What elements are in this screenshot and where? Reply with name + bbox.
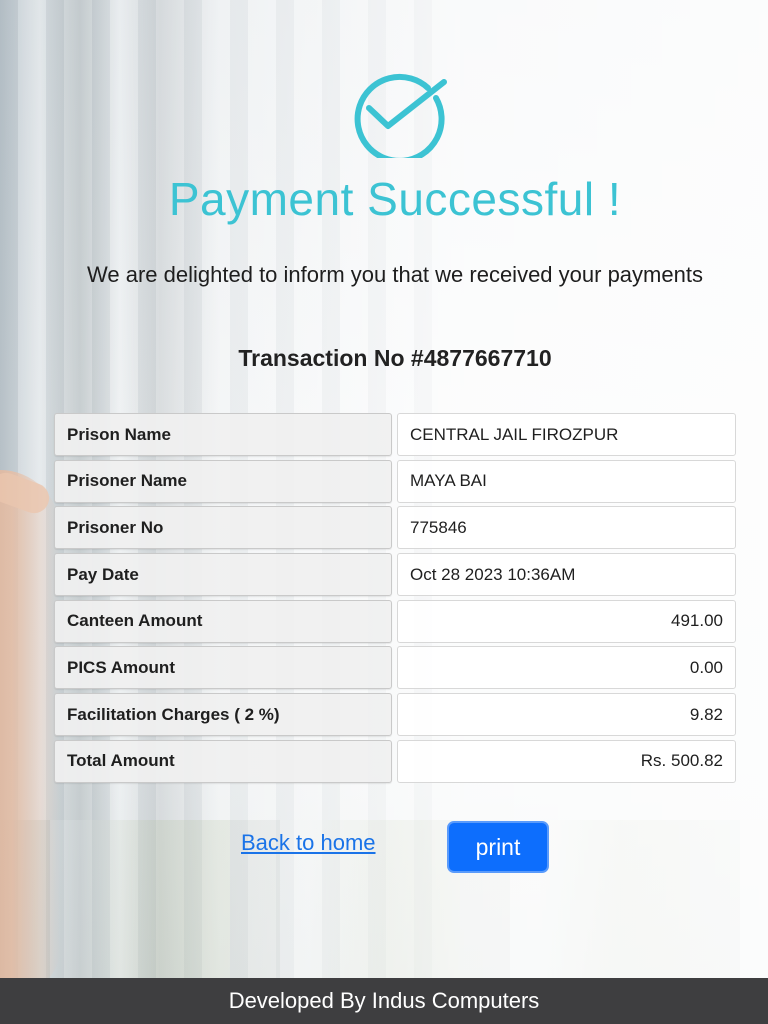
print-button[interactable]: print bbox=[447, 821, 549, 873]
detail-row-prisoner-name: Prisoner Name MAYA BAI bbox=[54, 459, 736, 503]
back-to-home-link[interactable]: Back to home bbox=[241, 830, 376, 856]
detail-value: Rs. 500.82 bbox=[397, 739, 736, 783]
page-title: Payment Successful ! bbox=[168, 173, 622, 225]
transaction-number: Transaction No #4877667710 bbox=[0, 345, 768, 372]
main-content: Payment Successful ! We are delighted to… bbox=[0, 0, 768, 978]
detail-value: 9.82 bbox=[397, 693, 736, 737]
success-message: We are delighted to inform you that we r… bbox=[87, 262, 703, 287]
detail-row-facilitation-charges: Facilitation Charges ( 2 %) 9.82 bbox=[54, 693, 736, 737]
detail-value: Oct 28 2023 10:36AM bbox=[397, 553, 736, 597]
detail-value: 775846 bbox=[397, 506, 736, 550]
check-circle-icon bbox=[354, 73, 447, 158]
footer-credit: Developed By Indus Computers bbox=[0, 978, 768, 1024]
detail-label: Pay Date bbox=[54, 553, 392, 597]
payment-success-page: Payment Successful ! We are delighted to… bbox=[0, 0, 768, 1024]
detail-label: Facilitation Charges ( 2 %) bbox=[54, 693, 392, 737]
detail-label: Canteen Amount bbox=[54, 599, 392, 643]
detail-row-prison-name: Prison Name CENTRAL JAIL FIROZPUR bbox=[54, 413, 736, 456]
payment-details-table: Prison Name CENTRAL JAIL FIROZPUR Prison… bbox=[54, 413, 736, 787]
detail-label: Total Amount bbox=[54, 739, 392, 783]
detail-label: Prison Name bbox=[54, 413, 392, 456]
detail-row-pay-date: Pay Date Oct 28 2023 10:36AM bbox=[54, 553, 736, 597]
detail-value: 491.00 bbox=[397, 599, 736, 643]
detail-row-pics-amount: PICS Amount 0.00 bbox=[54, 646, 736, 690]
transaction-id: #4877667710 bbox=[410, 345, 552, 371]
detail-value: 0.00 bbox=[397, 646, 736, 690]
detail-label: Prisoner Name bbox=[54, 459, 392, 503]
detail-row-total-amount: Total Amount Rs. 500.82 bbox=[54, 739, 736, 783]
detail-value: CENTRAL JAIL FIROZPUR bbox=[397, 413, 736, 456]
detail-row-prisoner-no: Prisoner No 775846 bbox=[54, 506, 736, 550]
detail-row-canteen-amount: Canteen Amount 491.00 bbox=[54, 599, 736, 643]
transaction-label: Transaction No bbox=[238, 345, 405, 371]
detail-label: PICS Amount bbox=[54, 646, 392, 690]
detail-value: MAYA BAI bbox=[397, 459, 736, 503]
detail-label: Prisoner No bbox=[54, 506, 392, 550]
